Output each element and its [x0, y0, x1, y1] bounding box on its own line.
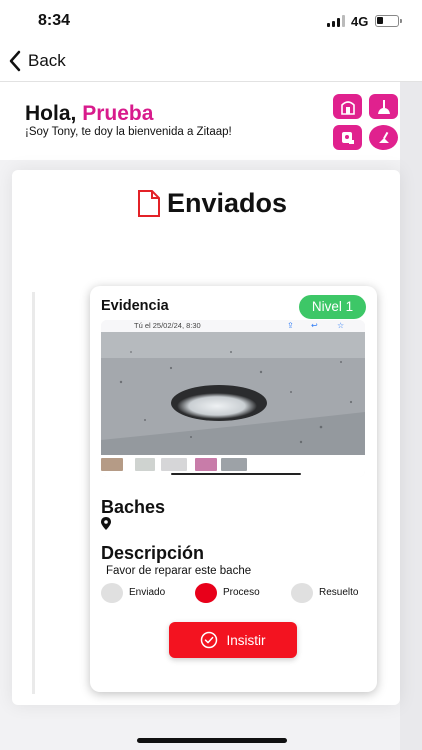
thumbnail[interactable] — [161, 458, 187, 471]
insistir-button[interactable]: Insistir — [169, 622, 297, 658]
message-date: Tú el 25/02/24, 8:30 — [134, 321, 201, 330]
signal-icon — [327, 15, 347, 27]
page-title-text: Enviados — [167, 188, 288, 218]
description-label: Descripción — [101, 543, 205, 563]
doorway-icon — [333, 94, 362, 119]
plunger-icon — [369, 94, 398, 119]
description-text: Favor de reparar este bache — [106, 565, 252, 577]
thumbnail[interactable] — [221, 458, 247, 471]
status-bar: 8:34 4G — [0, 0, 422, 44]
greeting: Hola, Prueba — [25, 102, 153, 126]
back-button[interactable]: Back — [8, 50, 66, 72]
message-header: Tú el 25/02/24, 8:30 ⇪ ↩ ☆ — [101, 320, 365, 332]
thumbnail[interactable] — [101, 458, 123, 471]
network-label: 4G — [351, 14, 369, 29]
divider — [32, 292, 35, 694]
evidence-image[interactable]: Tú el 25/02/24, 8:30 ⇪ ↩ ☆ — [101, 320, 365, 477]
nav-bar: Back — [0, 44, 422, 82]
page-title: Enviados — [137, 188, 287, 219]
insistir-label: Insistir — [226, 632, 266, 648]
location-pin-icon — [101, 517, 111, 530]
sweeping-icon — [369, 125, 398, 150]
battery-icon — [375, 15, 402, 27]
thumbnail[interactable] — [135, 458, 155, 471]
thumbnail[interactable] — [195, 458, 217, 471]
scroll-track — [400, 82, 422, 750]
status-label-resuelto: Resuelto — [319, 587, 359, 598]
status-label-enviado: Enviado — [129, 587, 166, 598]
status-dot-resuelto — [291, 583, 313, 603]
share-icon: ⇪ — [287, 321, 294, 330]
toilet-paper-icon — [333, 125, 362, 150]
check-circle-icon — [201, 631, 218, 649]
greeting-text: Hola, — [25, 102, 77, 125]
user-name: Prueba — [82, 102, 154, 125]
reply-icon: ↩ — [311, 321, 318, 330]
report-card[interactable]: Evidencia Nivel 1 Tú el 25/02/24, 8:30 ⇪… — [90, 286, 377, 692]
header: Hola, Prueba ¡Soy Tony, te doy la bienve… — [0, 82, 400, 160]
document-icon — [138, 190, 160, 217]
back-label: Back — [28, 51, 66, 70]
home-indicator[interactable] — [137, 738, 287, 743]
chevron-left-icon — [9, 50, 21, 72]
embedded-home-indicator — [171, 473, 301, 475]
welcome-message: ¡Soy Tony, te doy la bienvenida a Zitaap… — [25, 126, 232, 138]
pothole-photo — [101, 332, 365, 455]
level-badge: Nivel 1 — [299, 295, 366, 319]
status-dot-enviado — [101, 583, 123, 603]
status-label-proceso: Proceso — [223, 587, 260, 598]
status-time: 8:34 — [38, 12, 71, 29]
app-logo — [333, 94, 399, 150]
status-dot-proceso — [195, 583, 217, 603]
category-title: Baches — [101, 497, 166, 517]
status-tracker: Enviado Proceso Resuelto — [101, 583, 371, 603]
star-icon: ☆ — [337, 321, 345, 330]
evidence-label: Evidencia — [101, 298, 169, 314]
